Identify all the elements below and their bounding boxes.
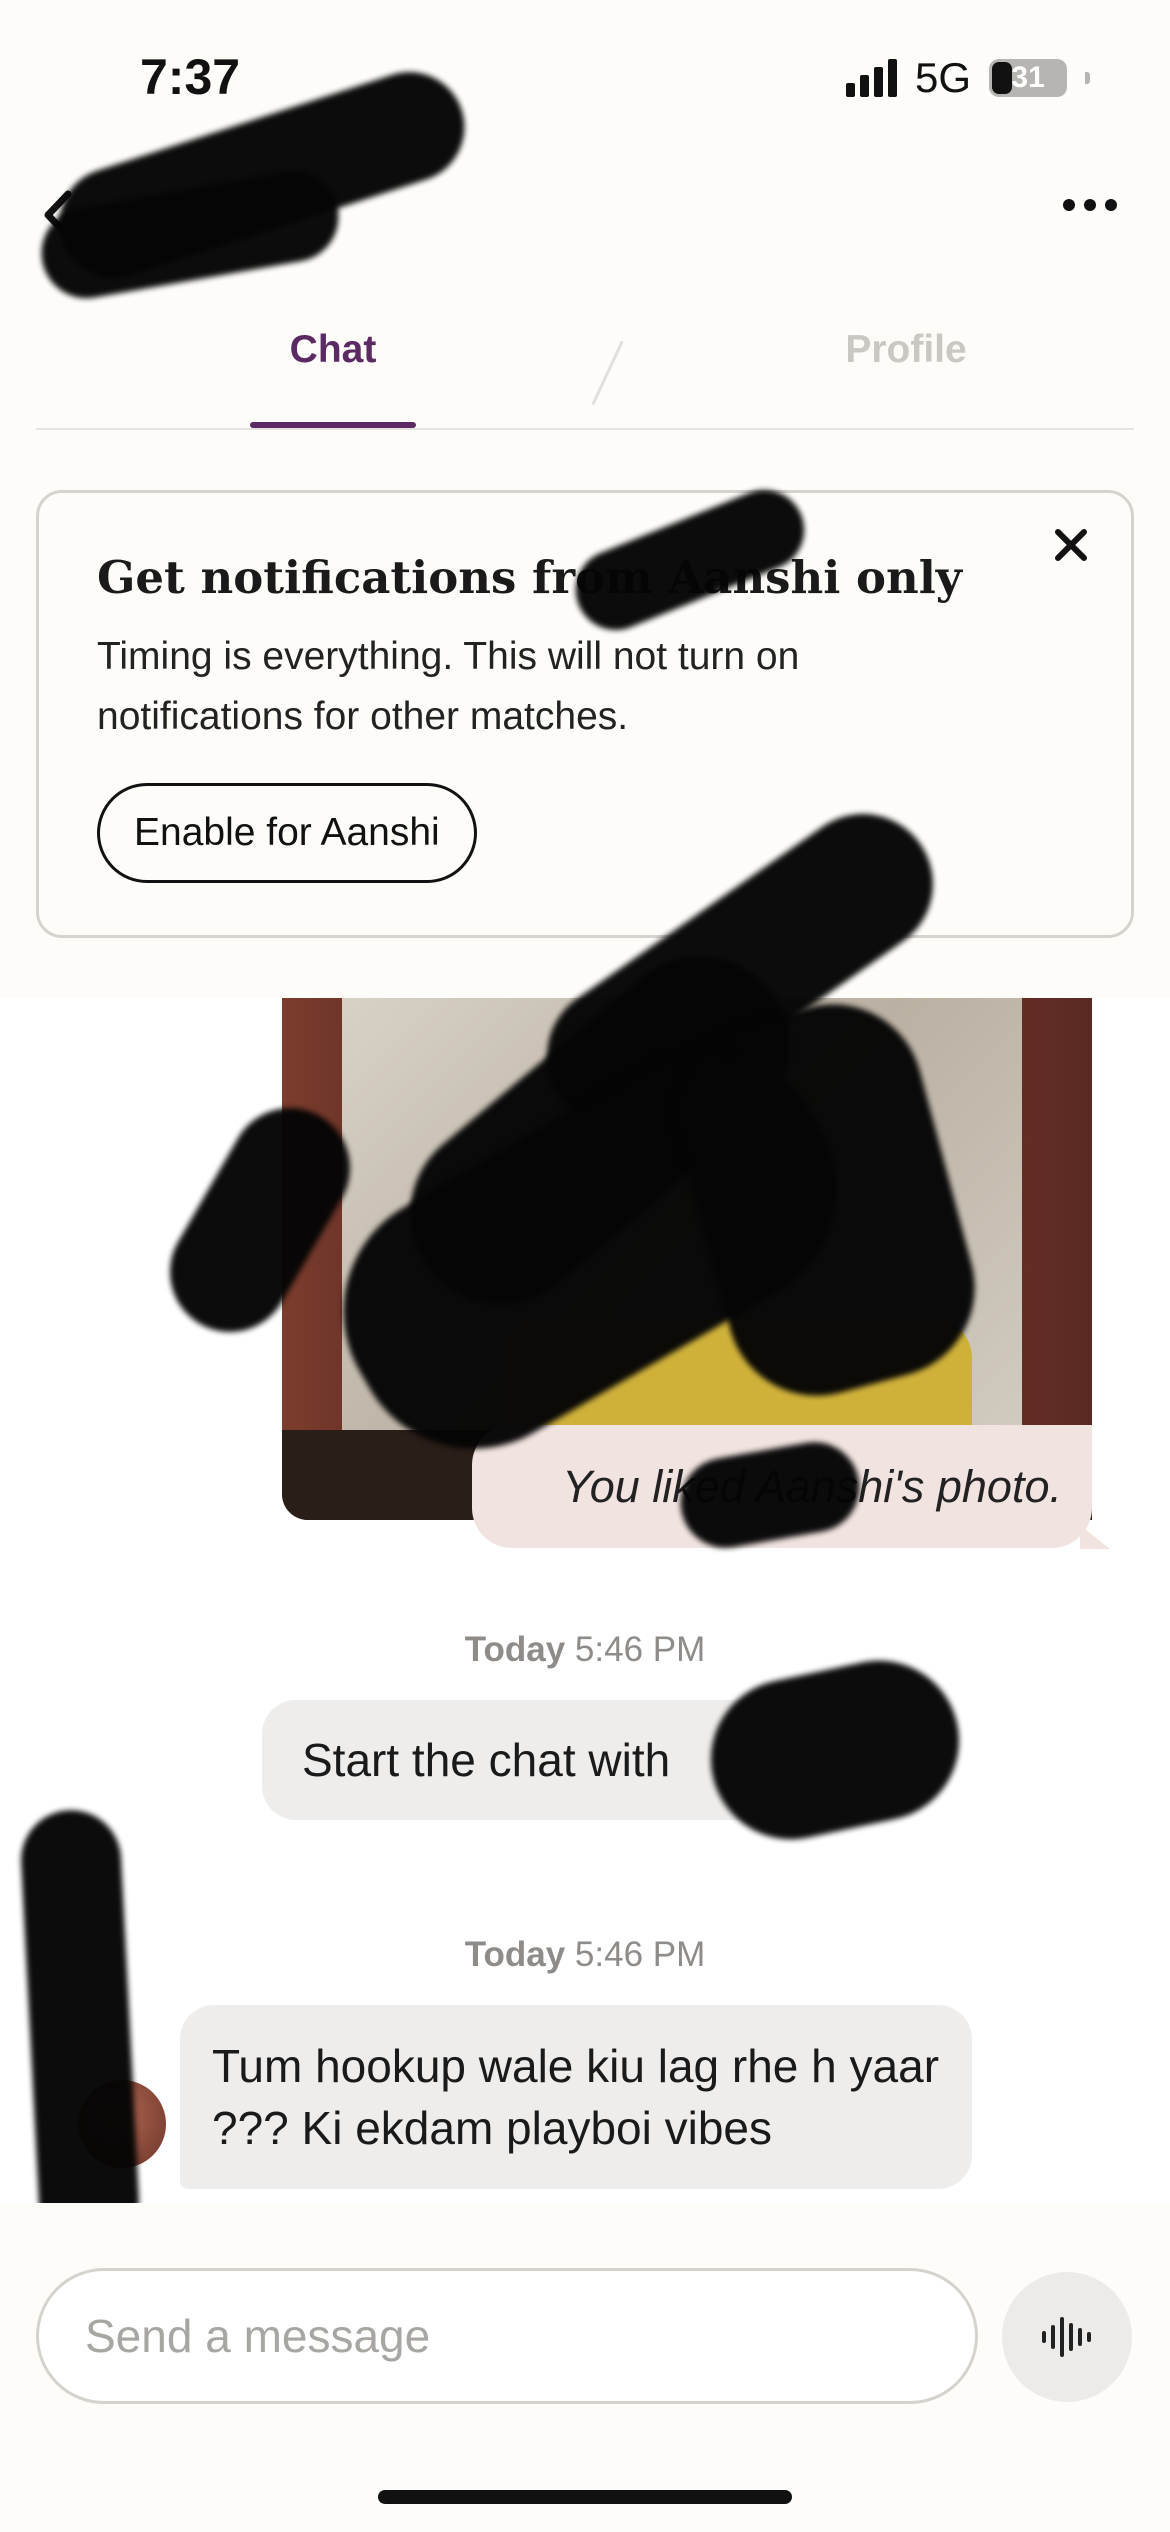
cellular-signal-icon — [845, 59, 897, 97]
message-input[interactable] — [36, 2268, 978, 2404]
message-text: Start the chat with — [302, 1734, 671, 1786]
voice-waveform-icon — [1042, 2317, 1091, 2357]
tab-divider — [591, 340, 624, 406]
battery-level: 31 — [1011, 61, 1045, 94]
status-time: 7:37 — [140, 49, 241, 105]
notification-title: Get notifications from Aanshi only — [97, 551, 962, 604]
network-type: 5G — [914, 54, 971, 101]
tab-bar: Chat Profile — [36, 310, 1134, 430]
status-indicators: 5G 31 — [845, 54, 1090, 102]
home-indicator — [378, 2490, 792, 2504]
tab-profile[interactable]: Profile — [806, 328, 1006, 372]
voice-message-button[interactable] — [1002, 2272, 1132, 2402]
close-button[interactable] — [1041, 515, 1101, 575]
close-icon — [1055, 529, 1087, 561]
enable-notifications-button[interactable]: Enable for Aanshi — [97, 783, 477, 883]
tab-chat[interactable]: Chat — [250, 328, 416, 428]
timestamp: Today 5:46 PM — [464, 1630, 706, 1669]
notification-body: Timing is everything. This will not turn… — [97, 635, 800, 738]
more-options-button[interactable] — [1050, 185, 1130, 225]
message-bubble-incoming[interactable]: Tum hookup wale kiu lag rhe h yaar ??? K… — [180, 2005, 972, 2189]
battery-icon: 31 — [989, 59, 1067, 97]
notification-card: Get notifications from Aanshi only Timin… — [36, 490, 1134, 938]
ellipsis-icon — [1063, 199, 1075, 211]
timestamp: Today 5:46 PM — [464, 1935, 706, 1974]
